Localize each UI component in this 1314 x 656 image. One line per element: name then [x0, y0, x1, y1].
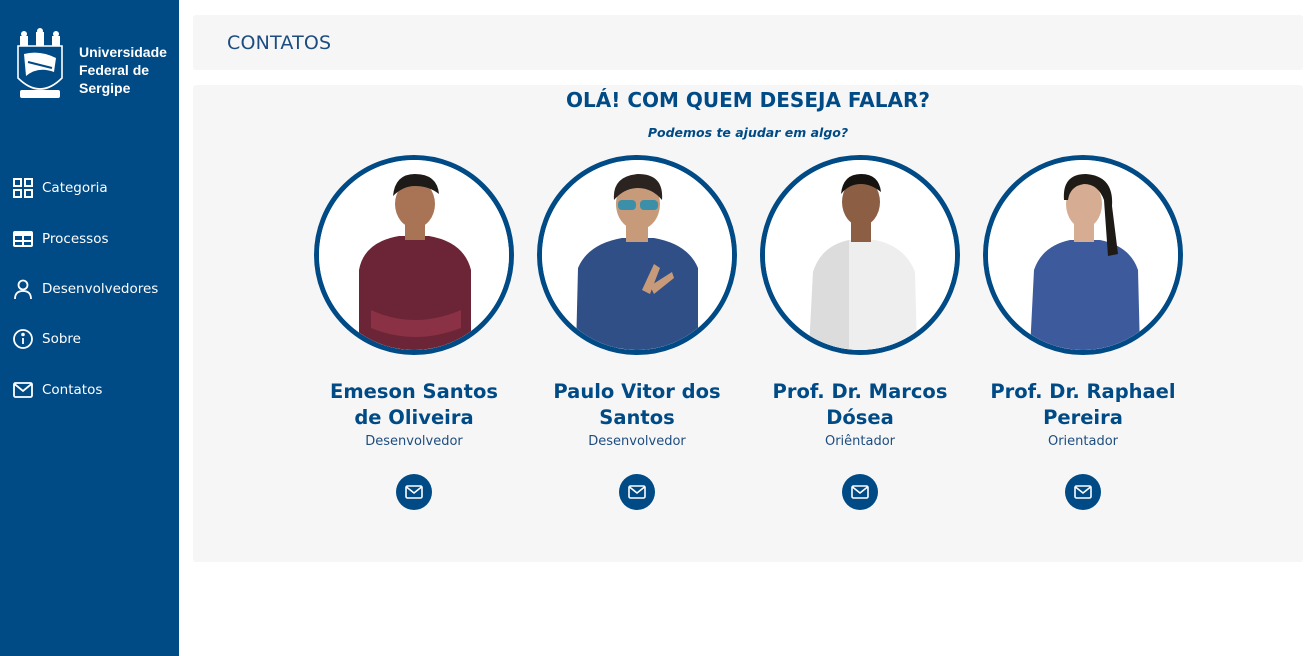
- greeting-subtitle: Podemos te ajudar em algo?: [647, 125, 849, 140]
- person-photo-icon: [988, 160, 1178, 350]
- contact-name: Paulo Vitor dos Santos: [522, 379, 752, 431]
- sidebar-item-sobre[interactable]: Sobre: [0, 314, 179, 364]
- table-icon: [12, 228, 34, 250]
- university-name-line2: Federal de: [79, 62, 150, 78]
- person-photo-icon: [542, 160, 732, 350]
- avatar: [760, 155, 960, 355]
- contact-role: Oriêntador: [824, 434, 896, 449]
- mail-icon: [12, 379, 34, 401]
- contact-name-line1: Paulo Vitor dos: [553, 380, 721, 403]
- sidebar-item-desenvolvedores[interactable]: Desenvolvedores: [0, 264, 179, 314]
- mail-icon: [628, 485, 646, 499]
- send-email-button[interactable]: [619, 474, 655, 510]
- person-photo-icon: [765, 160, 955, 350]
- contacts-card: OLÁ! COM QUEM DESEJA FALAR? Podemos te a…: [193, 85, 1303, 562]
- sidebar-item-label: Desenvolvedores: [42, 280, 159, 297]
- contact-role: Desenvolvedor: [365, 434, 463, 449]
- avatar: [983, 155, 1183, 355]
- contact-name: Prof. Dr. Marcos Dósea: [745, 379, 975, 431]
- sidebar-item-categoria[interactable]: Categoria: [0, 163, 179, 213]
- send-email-button[interactable]: [1065, 474, 1101, 510]
- sidebar-nav: Categoria Processos Desenvolvedores Sobr…: [0, 163, 179, 415]
- page-header: CONTATOS: [193, 15, 1303, 70]
- contact-card: Emeson Santos de Oliveira Desenvolvedor: [299, 155, 529, 515]
- sidebar-item-label: Categoria: [42, 180, 108, 197]
- contact-card: Prof. Dr. Marcos Dósea Oriêntador: [745, 155, 975, 515]
- sidebar-item-contatos[interactable]: Contatos: [0, 365, 179, 415]
- university-name: Universidade Federal de Sergipe: [79, 43, 174, 97]
- send-email-button[interactable]: [842, 474, 878, 510]
- info-icon: [12, 328, 34, 350]
- contact-name: Emeson Santos de Oliveira: [299, 379, 529, 431]
- university-crest-icon: [17, 28, 63, 98]
- send-email-button[interactable]: [396, 474, 432, 510]
- contact-card: Paulo Vitor dos Santos Desenvolvedor: [522, 155, 752, 515]
- contact-role: Desenvolvedor: [588, 434, 686, 449]
- contact-name: Prof. Dr. Raphael Pereira: [968, 379, 1198, 431]
- person-photo-icon: [319, 160, 509, 350]
- contact-name-line2: Pereira: [1043, 406, 1123, 429]
- mail-icon: [405, 485, 423, 499]
- contact-name-line2: de Oliveira: [354, 406, 474, 429]
- university-name-line1: Universidade: [79, 44, 167, 60]
- contact-name-line2: Dósea: [826, 406, 894, 429]
- contact-name-line1: Prof. Dr. Marcos: [772, 380, 948, 403]
- avatar: [314, 155, 514, 355]
- grid-icon: [12, 177, 34, 199]
- avatar: [537, 155, 737, 355]
- contact-name-line1: Emeson Santos: [330, 380, 498, 403]
- mail-icon: [851, 485, 869, 499]
- contact-role: Orientador: [1047, 434, 1119, 449]
- contact-name-line2: Santos: [599, 406, 675, 429]
- university-name-line3: Sergipe: [79, 80, 131, 96]
- mail-icon: [1074, 485, 1092, 499]
- user-icon: [12, 278, 34, 300]
- contact-card: Prof. Dr. Raphael Pereira Orientador: [968, 155, 1198, 515]
- contact-name-line1: Prof. Dr. Raphael: [990, 380, 1176, 403]
- sidebar-item-processos[interactable]: Processos: [0, 213, 179, 263]
- page-title: CONTATOS: [227, 32, 332, 54]
- greeting-heading: OLÁ! COM QUEM DESEJA FALAR?: [566, 88, 930, 112]
- sidebar: Universidade Federal de Sergipe Categori…: [0, 0, 179, 656]
- sidebar-item-label: Sobre: [42, 331, 81, 348]
- sidebar-item-label: Contatos: [42, 381, 103, 398]
- university-logo[interactable]: Universidade Federal de Sergipe: [14, 28, 174, 106]
- sidebar-item-label: Processos: [42, 230, 109, 247]
